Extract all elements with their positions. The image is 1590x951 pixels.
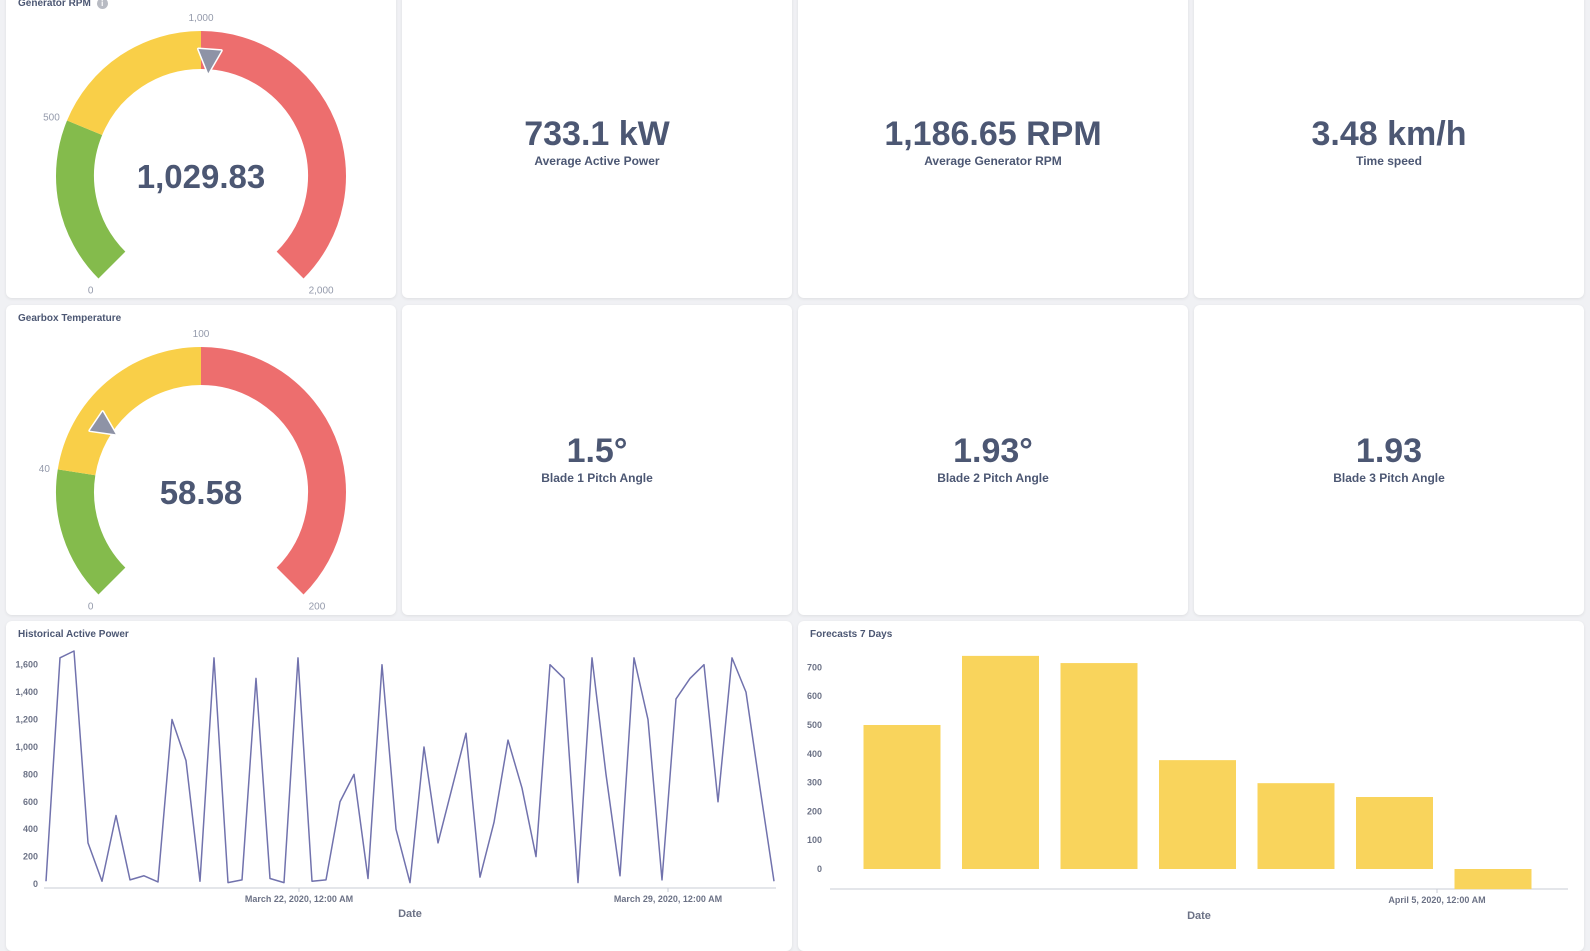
gauge-segment-0 — [56, 469, 126, 595]
y-tick-label: 800 — [23, 769, 38, 779]
y-tick-label: 1,400 — [15, 687, 38, 697]
gauge-tick-label: 40 — [39, 464, 51, 475]
blade1-card[interactable]: 1.5° Blade 1 Pitch Angle — [402, 305, 792, 615]
bar[interactable] — [1454, 869, 1532, 890]
scalar-value: 3.48 km/h — [1311, 115, 1467, 153]
x-axis-title: Date — [398, 908, 422, 920]
gauge-tick-label: 2,000 — [309, 286, 334, 297]
y-tick-label: 1,000 — [15, 742, 38, 752]
bar[interactable] — [863, 725, 941, 869]
y-tick-label: 600 — [23, 797, 38, 807]
forecasts-card[interactable]: Forecasts 7 Days 0 100 200 300 400 500 600 700 A… — [798, 621, 1584, 951]
x-tick-label: March 22, 2020, 12:00 AM — [245, 894, 353, 904]
y-tick-label: 100 — [807, 835, 822, 845]
y-tick-label: 1,200 — [15, 715, 38, 725]
blade2-card[interactable]: 1.93° Blade 2 Pitch Angle — [798, 305, 1188, 615]
scalar-value: 1,186.65 RPM — [884, 115, 1102, 153]
bar[interactable] — [1060, 663, 1138, 869]
gearbox-temperature-gauge: 0 40 100 200 58.58 — [39, 329, 346, 613]
generator-rpm-gauge: 0 500 1,000 2,000 1,029.83 — [43, 13, 346, 297]
y-tick-label: 0 — [33, 879, 38, 889]
y-tick-label: 200 — [807, 806, 822, 816]
y-tick-label: 400 — [807, 749, 822, 759]
historical-active-power-chart: 0 200 400 600 800 1,000 1,200 1,400 1,600 March 2… — [15, 650, 776, 920]
x-tick-label: March 29, 2020, 12:00 AM — [614, 894, 722, 904]
scalar-label: Blade 2 Pitch Angle — [937, 471, 1049, 485]
scalar-value: 733.1 kW — [524, 115, 670, 153]
gauge-segment-1 — [67, 31, 202, 136]
blade3-card[interactable]: 1.93 Blade 3 Pitch Angle — [1194, 305, 1584, 615]
gauge-tick-label: 200 — [309, 602, 326, 613]
scalar-label: Time speed — [1356, 154, 1422, 168]
gauge-tick-label: 500 — [43, 113, 60, 124]
gauge-tick-label: 1,000 — [188, 13, 213, 24]
bar[interactable] — [1257, 783, 1335, 869]
generator-rpm-scalar-card[interactable]: 1,186.65 RPM Average Generator RPM — [798, 0, 1188, 298]
y-tick-label: 300 — [807, 778, 822, 788]
scalar-value: 1.5° — [566, 432, 628, 470]
scalar-value: 1.93 — [1355, 432, 1423, 470]
x-tick-label: April 5, 2020, 12:00 AM — [1388, 895, 1485, 905]
y-tick-label: 0 — [817, 864, 822, 874]
scalar-label: Blade 1 Pitch Angle — [541, 471, 653, 485]
bar[interactable] — [962, 655, 1039, 869]
gauge-tick-label: 0 — [88, 286, 94, 297]
series-line[interactable] — [45, 650, 775, 884]
y-tick-label: 400 — [23, 824, 38, 834]
y-tick-label: 600 — [807, 691, 822, 701]
historical-active-power-card[interactable]: Historical Active Power 0 200 400 600 800 1,0… — [6, 621, 792, 951]
forecasts-chart: 0 100 200 300 400 500 600 700 April 5, 2020, 12:… — [807, 655, 1568, 922]
bar[interactable] — [1159, 760, 1236, 869]
x-axis-title: Date — [1187, 910, 1211, 922]
scalar-value: 1.93° — [953, 432, 1033, 470]
gauge-tick-label: 0 — [88, 602, 94, 613]
active-power-card[interactable]: 733.1 kW Average Active Power — [402, 0, 792, 298]
scalar-label: Average Active Power — [534, 154, 660, 168]
gauge-value: 1,029.83 — [137, 158, 265, 195]
scalar-label: Average Generator RPM — [924, 154, 1062, 168]
gauge-tick-label: 100 — [193, 329, 210, 340]
y-tick-label: 200 — [23, 852, 38, 862]
time-speed-card[interactable]: 3.48 km/h Time speed — [1194, 0, 1584, 298]
generator-rpm-card[interactable]: Generator RPM i 0 500 1,000 2,000 1,029.83 — [6, 0, 396, 298]
gauge-segment-1 — [57, 347, 202, 476]
bar[interactable] — [1356, 797, 1433, 869]
scalar-label: Blade 3 Pitch Angle — [1333, 471, 1445, 485]
y-tick-label: 1,600 — [15, 660, 38, 670]
gauge-value: 58.58 — [160, 474, 243, 511]
gearbox-temperature-card[interactable]: Gearbox Temperature 0 40 100 200 58.58 — [6, 305, 396, 615]
y-tick-label: 700 — [807, 662, 822, 672]
y-tick-label: 500 — [807, 720, 822, 730]
gauge-segment-0 — [56, 120, 126, 279]
